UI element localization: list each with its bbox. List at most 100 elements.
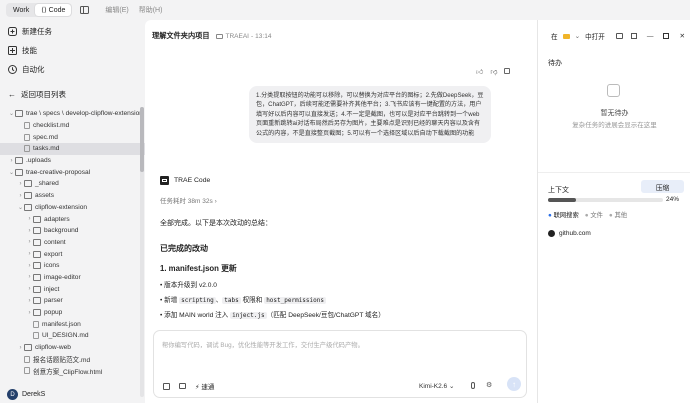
tab-web-search[interactable]: ● 联网搜索 <box>548 210 579 219</box>
chevron-right-icon[interactable]: › <box>26 263 33 269</box>
tree-item[interactable]: tasks.md <box>0 143 145 155</box>
chevron-right-icon[interactable]: › <box>26 216 33 222</box>
mic-icon[interactable] <box>471 382 475 389</box>
user-bar[interactable]: D DerekS <box>0 386 145 403</box>
work-tab[interactable]: Work <box>7 5 35 16</box>
tree-item[interactable]: › assets <box>0 190 145 202</box>
list-item: • 添加 MAIN world 注入 inject.js （匹配 DeepSeek… <box>160 312 385 319</box>
todo-title: 待办 <box>548 60 562 67</box>
code-tab[interactable]: ⟨⟩ Code <box>35 4 72 16</box>
tree-item[interactable]: › image-editor <box>0 272 145 284</box>
tree-item[interactable]: ⌄ clipflow-extension <box>0 202 145 214</box>
new-task-label: 新建任务 <box>22 27 52 36</box>
minimize-icon[interactable]: — <box>647 33 654 40</box>
tree-item[interactable]: ⌄ trae \ specs \ develop-clipflow-extensi… <box>0 108 145 120</box>
tree-item[interactable]: UI_DESIGN.md <box>0 330 145 342</box>
chevron-right-icon[interactable]: › <box>26 274 33 280</box>
skills-button[interactable]: 技能 <box>0 41 145 60</box>
tree-item[interactable]: checklist.md <box>0 120 145 132</box>
chevron-right-icon[interactable]: › <box>17 193 24 199</box>
tree-item[interactable]: 报名话题贴范文.md <box>0 353 145 365</box>
chevron-down-icon: ⌄ <box>449 383 455 390</box>
tree-item[interactable]: › parser <box>0 295 145 307</box>
chevron-down-icon[interactable]: ⌄ <box>17 204 24 211</box>
chevron-right-icon[interactable]: › <box>26 298 33 304</box>
tree-item[interactable]: › adapters <box>0 213 145 225</box>
task-duration[interactable]: 任务耗时 38m 32s › <box>160 195 217 205</box>
chevron-right-icon[interactable]: › <box>26 239 33 245</box>
tree-item-label: trae-creative-proposal <box>26 168 91 176</box>
tree-item[interactable]: manifest.json <box>0 318 145 330</box>
attach-icon[interactable] <box>163 382 170 390</box>
todo-empty-icon <box>607 84 620 97</box>
chevron-down-icon[interactable]: ⌄ <box>8 169 15 176</box>
mode-selector[interactable]: ⚡ 速通 <box>195 381 214 391</box>
chevron-right-icon[interactable]: › <box>17 345 24 351</box>
tree-item[interactable]: › clipflow-web <box>0 342 145 354</box>
tree-item-label: image-editor <box>44 273 81 281</box>
maximize-icon[interactable] <box>663 33 670 39</box>
back-label: 返回项目列表 <box>21 90 66 99</box>
context-tabs: ● 联网搜索 ● 文件 ● 其他 <box>548 210 627 219</box>
compress-button[interactable]: 压缩 <box>641 180 684 193</box>
image-icon[interactable] <box>179 383 186 389</box>
tree-item[interactable]: 创意方案_ClipFlow.html <box>0 365 145 377</box>
tree-item[interactable]: › _shared <box>0 178 145 190</box>
menu-help[interactable]: 帮助(H) <box>139 5 163 15</box>
empty-subtitle: 复杂任务的进展会显示在这里 <box>572 122 657 129</box>
chevron-right-icon[interactable]: › <box>26 228 33 234</box>
page-title: 理解文件夹内项目 <box>152 31 210 40</box>
sidebar: 新建任务 技能 自动化 ← 返回项目列表 ⌄ trae \ specs \ dev… <box>0 20 145 403</box>
tree-item-label: trae \ specs \ develop-clipflow-extensio… <box>26 110 143 118</box>
gear-icon[interactable]: ⚙ <box>486 381 492 389</box>
folder-icon <box>33 227 41 235</box>
chevron-right-icon[interactable]: › <box>17 181 24 187</box>
skills-label: 技能 <box>22 46 37 55</box>
tree-item[interactable]: › content <box>0 237 145 249</box>
menu-edit[interactable]: 编辑(E) <box>105 5 128 15</box>
speed-icon: ⚡ <box>195 384 200 391</box>
tab-files[interactable]: ● 文件 <box>585 210 603 219</box>
tree-item-label: _shared <box>35 180 59 188</box>
chevron-right-icon[interactable]: › <box>26 310 33 316</box>
tree-item[interactable]: › .uploads <box>0 155 145 167</box>
external-link-icon[interactable] <box>630 33 637 39</box>
chevron-right-icon[interactable]: › <box>8 158 15 164</box>
open-in-label: 在 <box>550 34 558 41</box>
model-selector[interactable]: Kimi-K2.6 ⌄ <box>419 382 454 390</box>
thumbs-up-icon[interactable]: 👍︎ <box>476 67 483 76</box>
chevron-right-icon[interactable]: › <box>26 251 33 257</box>
folder-icon <box>15 110 23 118</box>
task-duration-text: 任务耗时 38m 32s <box>160 198 213 205</box>
sidebar-toggle-icon[interactable] <box>80 6 90 14</box>
tree-item-label: parser <box>44 297 63 305</box>
message-actions: 👍︎ 👎︎ <box>476 67 511 76</box>
tree-item[interactable]: › inject <box>0 283 145 295</box>
open-label[interactable]: 中打开 <box>585 31 605 41</box>
chevron-right-icon[interactable]: › <box>26 286 33 292</box>
tree-item[interactable]: › icons <box>0 260 145 272</box>
tree-item[interactable]: › background <box>0 225 145 237</box>
automation-button[interactable]: 自动化 <box>0 60 145 79</box>
chevron-right-icon: › <box>214 198 217 205</box>
chat-input[interactable]: 帮你编写代码，调试 Bug，优化性能等开发工作，交付生产级代码产物。 <box>162 340 517 349</box>
new-task-button[interactable]: 新建任务 <box>0 22 145 41</box>
tree-item[interactable]: › export <box>0 248 145 260</box>
github-link[interactable]: github.com <box>548 230 591 237</box>
tree-item-label: 创意方案_ClipFlow.html <box>33 368 103 376</box>
chevron-down-icon[interactable]: ⌄ <box>575 32 581 40</box>
tree-item[interactable]: › popup <box>0 307 145 319</box>
copy-icon[interactable] <box>504 68 511 74</box>
back-to-projects[interactable]: ← 返回项目列表 <box>0 85 145 104</box>
thumbs-down-icon[interactable]: 👎︎ <box>490 67 497 76</box>
send-button[interactable]: ↑ <box>507 377 521 391</box>
panel-toggle-icon[interactable] <box>615 33 623 39</box>
tree-item[interactable]: ⌄ trae-creative-proposal <box>0 166 145 178</box>
tab-other[interactable]: ● 其他 <box>609 210 627 219</box>
tree-scrollbar[interactable] <box>140 107 144 397</box>
close-icon[interactable]: ✕ <box>679 32 685 40</box>
tree-item[interactable]: spec.md <box>0 131 145 143</box>
folder-open-icon[interactable] <box>562 33 570 39</box>
file-icon <box>33 320 39 328</box>
chevron-down-icon[interactable]: ⌄ <box>8 110 15 117</box>
